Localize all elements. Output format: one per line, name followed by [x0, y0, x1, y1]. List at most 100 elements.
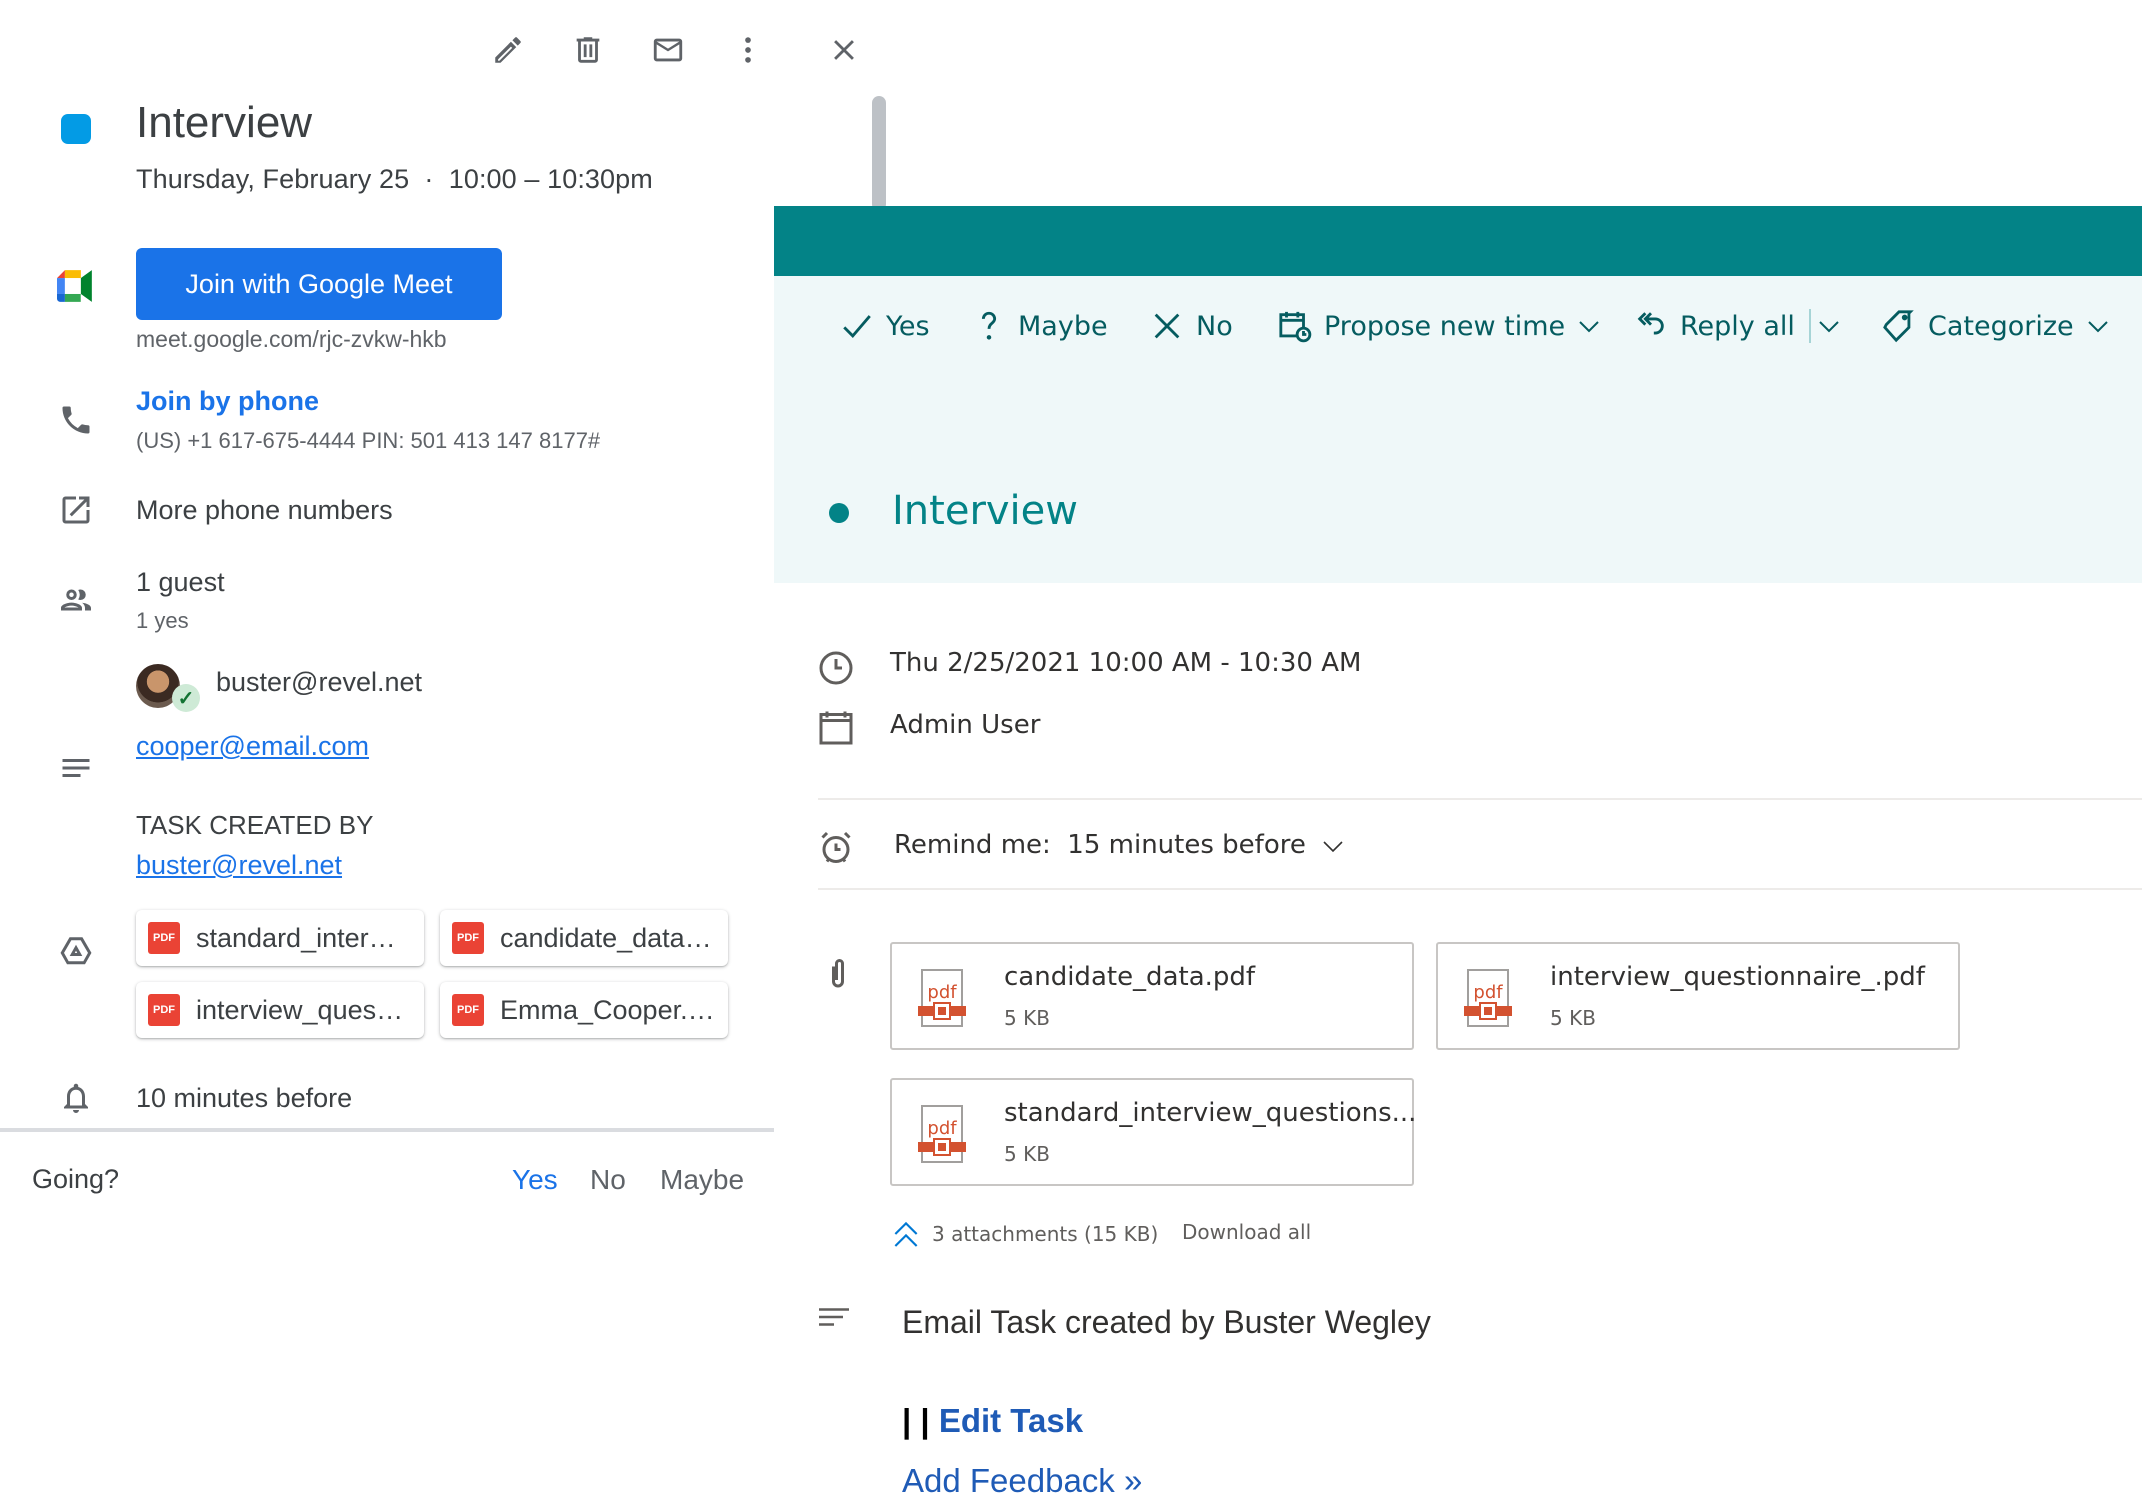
reply-all-button[interactable]: Reply all — [1634, 306, 1841, 346]
rsvp-no-button[interactable]: No — [590, 1164, 626, 1196]
pdf-file-icon: PDF — [452, 994, 484, 1026]
collapse-attachments-button[interactable]: 3 attachments (15 KB) — [890, 1218, 1158, 1250]
header-banner — [774, 206, 2142, 276]
rsvp-label: Going? — [32, 1164, 120, 1194]
mail-icon — [653, 38, 683, 62]
google-drive-icon — [54, 928, 98, 972]
phone-dial-in-details: (US) +1 617-675-4444 PIN: 501 413 147 81… — [136, 428, 601, 453]
attachment-name: interview_ques… — [196, 994, 404, 1025]
pdf-file-icon: pdf — [918, 1105, 966, 1163]
tentative-label: Maybe — [1018, 310, 1108, 342]
meet-url: meet.google.com/rjc-zvkw-hkb — [136, 326, 447, 352]
event-color-indicator — [829, 503, 849, 523]
rsvp-yes-button[interactable]: Yes — [512, 1164, 558, 1196]
divider — [818, 798, 2142, 800]
join-by-phone-link[interactable]: Join by phone — [136, 386, 319, 417]
attachment-name: candidate_data… — [500, 922, 712, 953]
attachment-name: Emma_Cooper.… — [500, 994, 715, 1025]
trash-icon — [576, 37, 600, 63]
propose-new-time-label: Propose new time — [1324, 310, 1566, 342]
outlook-event-pane: Yes Maybe No Propose new time Reply all … — [774, 206, 2142, 1506]
bell-icon — [54, 1076, 98, 1120]
attachment-chip[interactable]: PDF candidate_data… — [440, 910, 728, 966]
attachment-summary: 3 attachments (15 KB) — [932, 1222, 1159, 1246]
pdf-file-icon: PDF — [148, 922, 180, 954]
phone-icon — [54, 398, 98, 442]
tentative-button[interactable]: Maybe — [972, 306, 1108, 346]
svg-text:pdf: pdf — [927, 982, 957, 1003]
people-icon — [54, 578, 98, 622]
svg-text:pdf: pdf — [927, 1118, 957, 1139]
tag-icon — [1883, 310, 1914, 343]
scrollbar[interactable] — [872, 96, 886, 211]
task-created-by-email-link[interactable]: buster@revel.net — [136, 850, 342, 881]
pdf-file-icon: pdf — [1464, 969, 1512, 1027]
categorize-button[interactable]: Categorize — [1882, 306, 2110, 346]
more-vert-icon — [745, 37, 751, 63]
x-icon — [1154, 313, 1180, 339]
event-date-time: Thu 2/25/2021 10:00 AM - 10:30 AM — [890, 648, 1362, 678]
event-details-card: Interview Thursday, February 25 · 10:00 … — [0, 0, 895, 1226]
reminder-dropdown[interactable]: Remind me: 15 minutes before — [894, 830, 1348, 860]
reply-all-icon — [1637, 312, 1664, 335]
attachment-size: 5 KB — [1004, 1006, 1050, 1030]
event-color-indicator — [61, 114, 91, 144]
clock-icon — [818, 650, 854, 686]
decline-button[interactable]: No — [1150, 306, 1233, 346]
attachment-name: interview_questionnaire_.pdf — [1550, 962, 1925, 992]
close-button[interactable] — [822, 28, 866, 72]
more-phone-numbers-link[interactable]: More phone numbers — [136, 495, 393, 526]
chevron-down-icon — [1579, 321, 1599, 333]
decline-label: No — [1196, 310, 1233, 342]
question-icon — [981, 311, 997, 340]
pdf-file-icon: PDF — [148, 994, 180, 1026]
accept-button[interactable]: Yes — [840, 306, 930, 346]
event-title: Interview — [892, 488, 1078, 534]
attachment-chip[interactable]: PDF Emma_Cooper.… — [440, 982, 728, 1038]
divider — [0, 1128, 774, 1132]
split-divider — [1808, 309, 1811, 343]
check-icon — [843, 315, 871, 339]
edit-icon — [495, 37, 521, 63]
chevron-down-icon — [1323, 840, 1343, 852]
edit-event-button[interactable] — [486, 28, 530, 72]
google-meet-icon — [54, 264, 98, 308]
guest-rsvp-summary: 1 yes — [136, 608, 189, 633]
calendar-clock-icon — [1279, 311, 1312, 343]
reply-all-label: Reply all — [1680, 310, 1795, 342]
divider — [818, 888, 2142, 890]
attachment-chip[interactable]: PDF standard_inter… — [136, 910, 424, 966]
reminder-value: Remind me: 15 minutes before — [894, 830, 1306, 860]
attachment-name: standard_interview_questions... — [1004, 1098, 1417, 1128]
delete-event-button[interactable] — [566, 28, 610, 72]
close-icon — [834, 40, 854, 60]
notification-reminder: 10 minutes before — [136, 1083, 353, 1113]
event-date-time: Thursday, February 25 · 10:00 – 10:30pm — [136, 164, 653, 194]
calendar-icon — [818, 710, 854, 746]
attachment-card[interactable]: pdf candidate_data.pdf 5 KB — [890, 942, 1414, 1050]
attachment-card[interactable]: pdf interview_questionnaire_.pdf 5 KB — [1436, 942, 1960, 1050]
propose-new-time-button[interactable]: Propose new time — [1278, 306, 1601, 346]
double-chevron-up-icon — [894, 1221, 918, 1247]
edit-task-link[interactable]: Edit Task — [939, 1402, 1083, 1439]
attachment-name: candidate_data.pdf — [1004, 962, 1256, 992]
rsvp-maybe-button[interactable]: Maybe — [660, 1164, 744, 1196]
categorize-label: Categorize — [1928, 310, 2074, 342]
accept-label: Yes — [886, 310, 930, 342]
svg-text:pdf: pdf — [1473, 982, 1503, 1003]
chevron-down-icon — [1819, 321, 1839, 333]
description-email-link[interactable]: cooper@email.com — [136, 731, 369, 762]
email-guests-button[interactable] — [646, 28, 690, 72]
attachment-size: 5 KB — [1550, 1006, 1596, 1030]
pdf-file-icon: PDF — [452, 922, 484, 954]
attachment-name: standard_inter… — [196, 922, 396, 953]
notes-icon — [816, 1302, 852, 1338]
attachment-chip[interactable]: PDF interview_ques… — [136, 982, 424, 1038]
event-title: Interview — [136, 98, 313, 147]
download-all-button[interactable]: Download all — [1182, 1220, 1311, 1244]
attachment-card[interactable]: pdf standard_interview_questions... 5 KB — [890, 1078, 1417, 1186]
join-google-meet-button[interactable]: Join with Google Meet — [136, 248, 502, 320]
add-feedback-link[interactable]: Add Feedback » — [902, 1462, 1142, 1500]
more-options-button[interactable] — [726, 28, 770, 72]
guest-email[interactable]: buster@revel.net — [216, 667, 422, 698]
